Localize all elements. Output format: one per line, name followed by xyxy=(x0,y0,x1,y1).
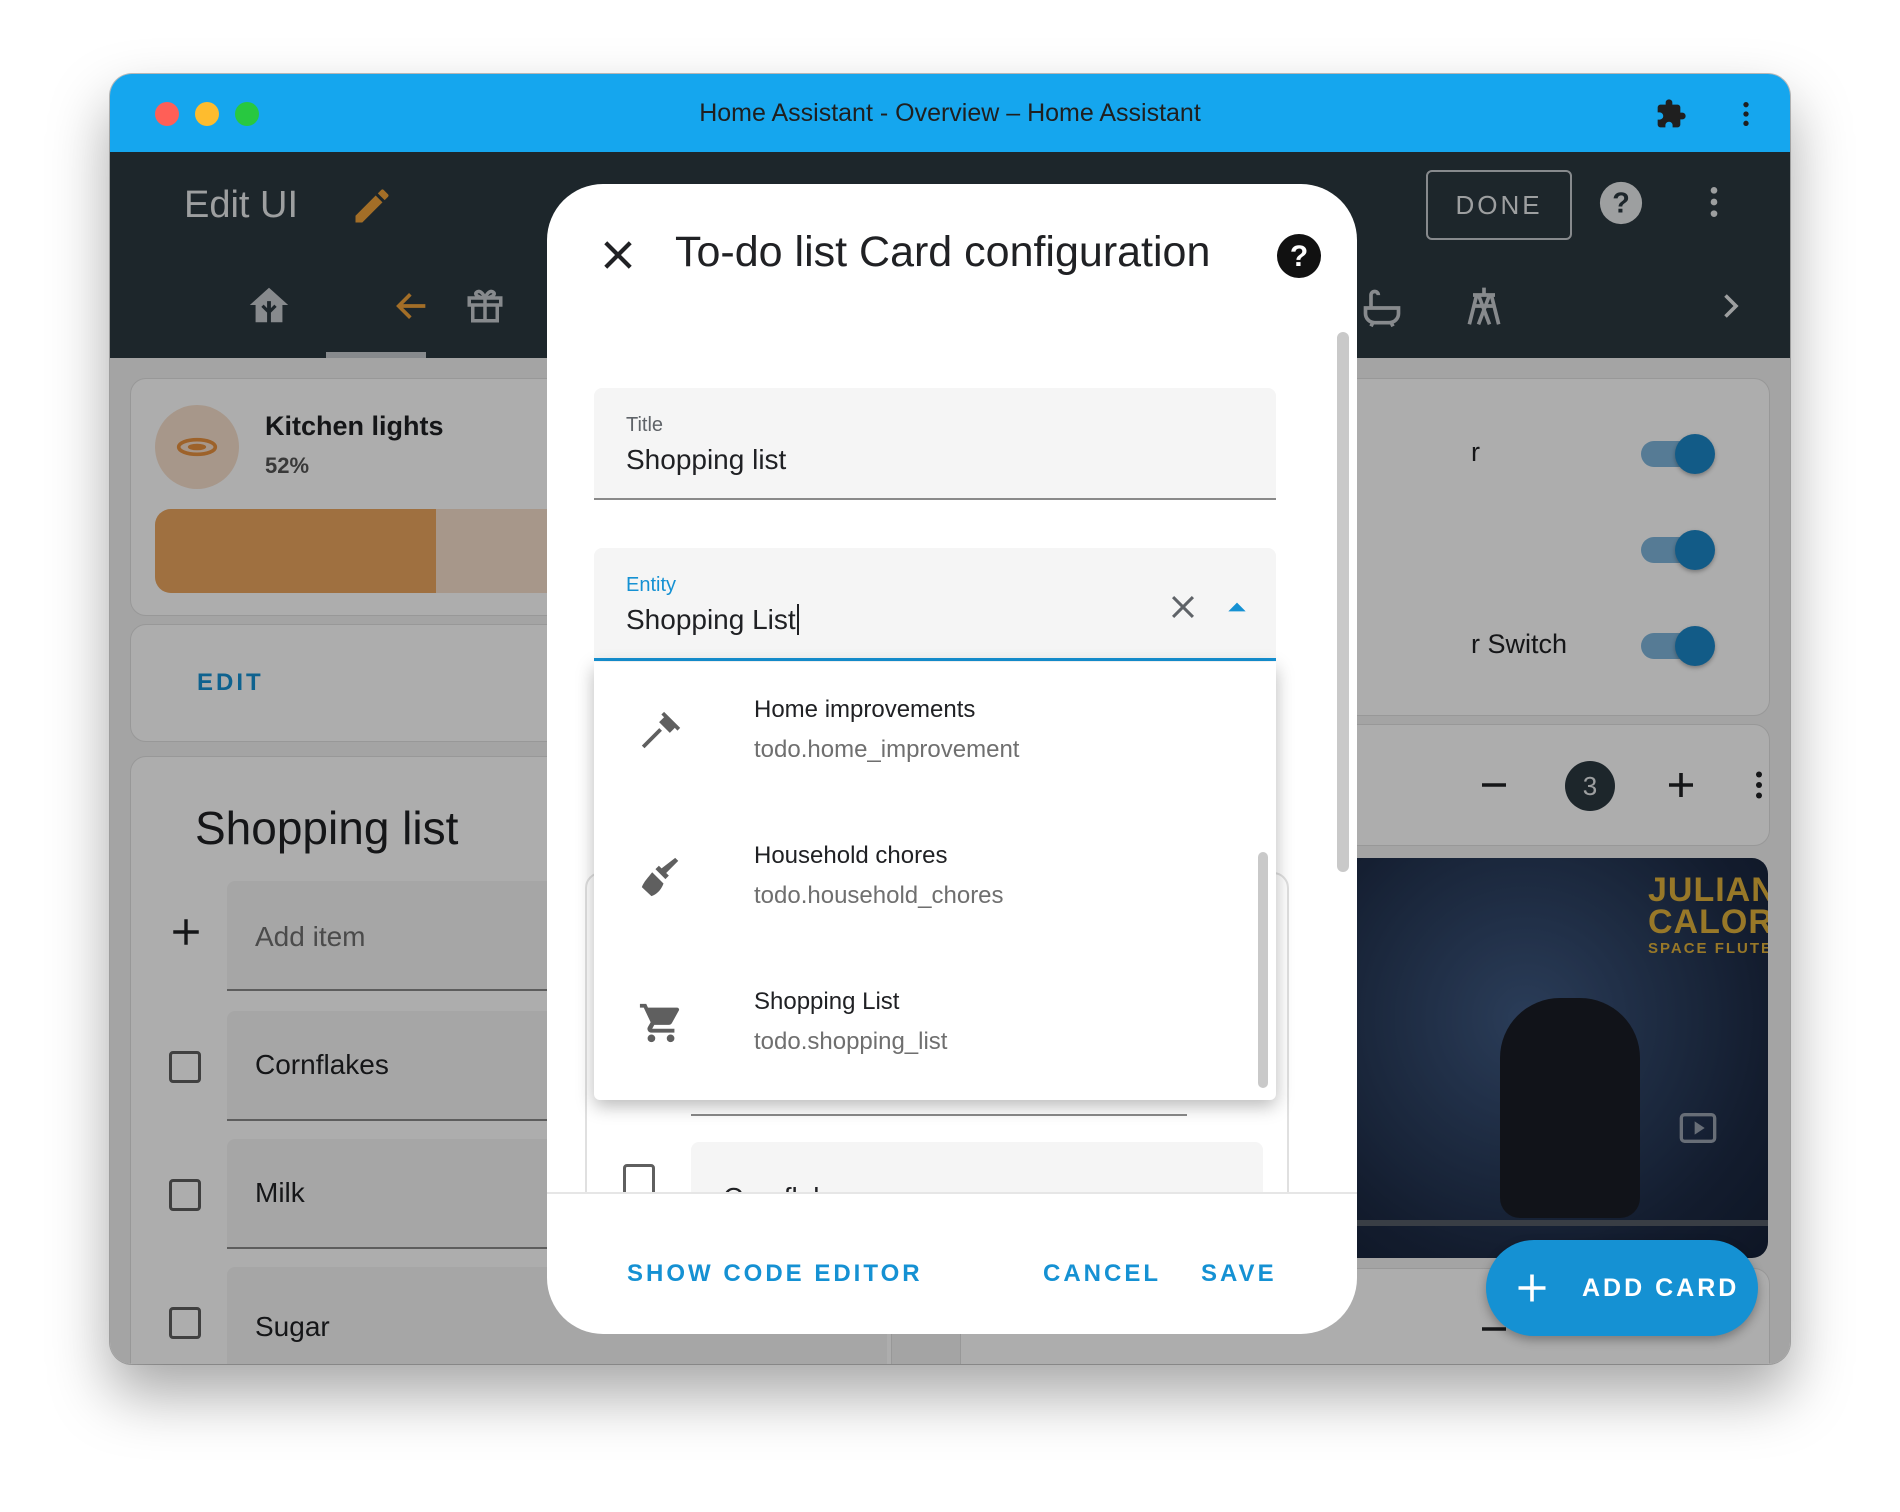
entity-option-id: todo.home_improvement xyxy=(754,736,1020,763)
preview-checkbox xyxy=(623,1164,655,1192)
dropdown-arrow-up-icon[interactable] xyxy=(1224,594,1250,620)
entity-option[interactable]: Shopping List todo.shopping_list xyxy=(594,954,1254,1100)
title-field[interactable]: Title Shopping list xyxy=(594,388,1276,500)
close-icon[interactable] xyxy=(597,234,639,276)
entity-option[interactable]: Home improvements todo.home_improvement xyxy=(594,662,1254,808)
entity-field-text: Shopping List xyxy=(626,604,796,635)
entity-option-name: Household chores xyxy=(754,842,948,869)
preview-item-text: Cornflakes xyxy=(723,1182,857,1192)
help-icon[interactable]: ? xyxy=(1275,232,1323,280)
entity-field-label: Entity xyxy=(626,574,677,596)
text-cursor xyxy=(796,604,799,635)
dropdown-scrollbar[interactable] xyxy=(1258,852,1268,1088)
dialog-body: Title Shopping list Entity Shopping List xyxy=(547,312,1357,1192)
entity-option[interactable]: Household chores todo.household_chores xyxy=(594,808,1254,954)
title-field-value: Shopping list xyxy=(626,444,787,475)
entity-option-id: todo.shopping_list xyxy=(754,1028,948,1055)
add-card-button[interactable]: ADD CARD xyxy=(1486,1240,1758,1336)
dialog-scrollbar[interactable] xyxy=(1337,332,1349,872)
dialog-title: To-do list Card configuration xyxy=(675,228,1211,276)
window-title: Home Assistant - Overview – Home Assista… xyxy=(699,99,1201,127)
entity-combobox[interactable]: Entity Shopping List xyxy=(594,548,1276,661)
save-button[interactable]: SAVE xyxy=(1201,1260,1277,1288)
app-window: Home Assistant - Overview – Home Assista… xyxy=(110,74,1790,1364)
title-field-label: Title xyxy=(626,414,664,436)
broom-icon xyxy=(641,857,679,897)
hammer-icon xyxy=(641,711,681,749)
browser-menu-icon[interactable] xyxy=(1730,98,1762,130)
entity-option-id: todo.household_chores xyxy=(754,882,1004,909)
show-code-editor-button[interactable]: SHOW CODE EDITOR xyxy=(627,1260,923,1288)
svg-text:?: ? xyxy=(1290,240,1308,273)
entity-dropdown: Home improvements todo.home_improvement … xyxy=(594,662,1276,1100)
card-config-dialog: To-do list Card configuration ? Title Sh… xyxy=(547,184,1357,1334)
add-card-label: ADD CARD xyxy=(1582,1274,1740,1302)
entity-field-value: Shopping List xyxy=(626,604,799,636)
cancel-button[interactable]: CANCEL xyxy=(1043,1260,1161,1288)
entity-option-name: Home improvements xyxy=(754,696,976,723)
entity-option-name: Shopping List xyxy=(754,988,900,1015)
window-titlebar: Home Assistant - Overview – Home Assista… xyxy=(110,74,1790,152)
preview-item: Cornflakes xyxy=(691,1142,1263,1192)
puzzle-extension-icon[interactable] xyxy=(1655,98,1687,130)
cart-icon xyxy=(639,1003,680,1043)
plus-icon xyxy=(1518,1274,1546,1302)
clear-icon[interactable] xyxy=(1166,590,1200,624)
dialog-divider xyxy=(547,1192,1357,1194)
